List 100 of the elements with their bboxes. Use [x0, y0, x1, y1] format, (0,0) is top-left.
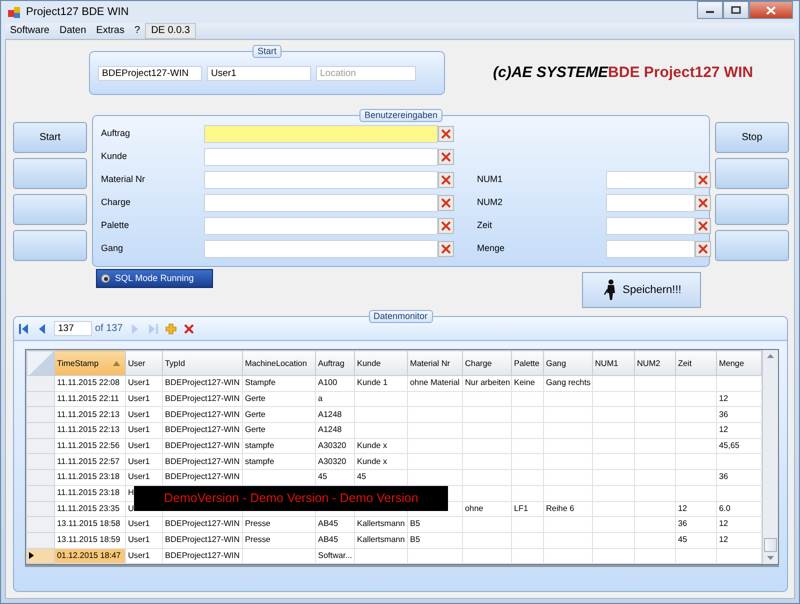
column-header[interactable]: User [126, 350, 162, 376]
column-header[interactable]: MachineLocation [242, 350, 316, 376]
table-cell: ohne Material [408, 376, 462, 392]
table-cell: B5 [408, 532, 462, 548]
table-cell: A30320 [316, 438, 354, 454]
table-cell: 45 [676, 532, 716, 548]
table-cell: A1248 [316, 406, 354, 423]
field-label: Auftrag [101, 127, 132, 140]
group-title: Start [252, 45, 282, 58]
column-header[interactable]: TypId [162, 350, 242, 376]
field-label: Kunde [101, 150, 128, 164]
text-field[interactable]: User1 [207, 66, 311, 80]
table-cell: BDEProject127-WIN [162, 470, 242, 486]
column-header[interactable]: NUM1 [592, 350, 634, 376]
table-cell: AB45 [316, 532, 354, 548]
table-cell: Kunde x [354, 438, 408, 454]
position-field[interactable]: 137 [54, 321, 92, 336]
table-cell: User1 [126, 470, 162, 486]
table-cell: Softwar... [316, 548, 354, 564]
action-button[interactable]: Start [13, 122, 87, 153]
field-label: NUM1 [477, 173, 504, 186]
table-cell: User1 [126, 406, 162, 423]
table-cell: Nur arbeiten [462, 376, 512, 392]
table-cell: User1 [126, 376, 162, 392]
column-header[interactable]: Menge [716, 350, 762, 376]
save-button[interactable]: Speichern!!! [582, 272, 701, 308]
table-cell: User1 [126, 422, 162, 438]
table-cell: Kunde x [354, 454, 408, 470]
table-cell: BDEProject127-WIN [162, 376, 242, 392]
table-cell: 11.11.2015 22:11 [54, 391, 126, 407]
table-cell: ohne [462, 501, 512, 517]
table-cell: Keine [512, 376, 544, 392]
table-cell: Presse [242, 532, 316, 548]
version-label: DE 0.0.3 [145, 23, 196, 39]
column-header[interactable]: Kunde [354, 350, 408, 376]
table-cell: User1 [126, 454, 162, 470]
menu-item[interactable]: Software [5, 23, 54, 39]
table-cell: BDEProject127-WIN [162, 406, 242, 423]
table-cell: Stampfe [242, 376, 316, 392]
table-cell: User1 [126, 516, 162, 532]
table-cell: User1 [126, 548, 162, 564]
logo-text: (c)AE SYSTEMEBDE Project127 WIN [493, 63, 754, 83]
table-cell: stampfe [242, 438, 316, 454]
column-header[interactable]: NUM2 [634, 350, 676, 376]
table-cell: 11.11.2015 22:13 [54, 422, 126, 438]
table-cell: Gerte [242, 391, 316, 407]
column-header[interactable]: Material Nr [408, 350, 462, 376]
table-cell: A100 [316, 376, 354, 392]
table-cell: 11.11.2015 22:56 [54, 438, 126, 454]
table-cell: 13.11.2015 18:58 [54, 516, 126, 532]
field-label: Zeit [477, 219, 494, 232]
table-cell: User1 [126, 391, 162, 407]
table-cell: 36 [676, 516, 716, 532]
field-label: Menge [477, 242, 506, 256]
window-title: Project127 BDE WIN [26, 4, 129, 20]
table-cell: 45 [316, 470, 354, 486]
table-cell: 01.12.2015 18:47 [54, 548, 126, 564]
menu-item[interactable]: ? [130, 23, 146, 39]
table-cell: 45 [354, 470, 408, 486]
table-cell: Gerte [242, 422, 316, 438]
table-cell: 11.11.2015 22:08 [54, 376, 126, 392]
table-cell: BDEProject127-WIN [162, 454, 242, 470]
table-cell: BDEProject127-WIN [162, 438, 242, 454]
column-header[interactable]: Auftrag [316, 350, 354, 376]
table-cell: Reihe 6 [544, 501, 592, 517]
table-cell: AB45 [316, 516, 354, 532]
table-cell: Kallertsmann [354, 532, 408, 548]
table-cell: BDEProject127-WIN [162, 391, 242, 407]
text-field[interactable]: Location [316, 66, 416, 80]
group-title: Datenmonitor [368, 310, 433, 323]
menu-item[interactable]: Extras [91, 23, 130, 39]
table-cell: 12 [676, 501, 716, 517]
table-cell: A1248 [316, 422, 354, 438]
action-button[interactable]: Stop [715, 122, 789, 153]
menu-item[interactable]: Daten [54, 23, 92, 39]
text-field[interactable]: BDEProject127-WIN [98, 66, 202, 80]
column-header[interactable]: Zeit [676, 350, 716, 376]
column-header[interactable]: Charge [462, 350, 512, 376]
record-count: of 137 [95, 322, 123, 336]
table-cell: Gang rechts [544, 376, 592, 392]
field-label: Charge [101, 196, 132, 210]
column-header[interactable]: TimeStamp [54, 350, 126, 376]
table-cell: 11.11.2015 23:35 [54, 501, 126, 517]
table-cell: 11.11.2015 22:13 [54, 406, 126, 423]
table-cell: A30320 [316, 454, 354, 470]
table-cell: 13.11.2015 18:59 [54, 532, 126, 548]
table-cell: 11.11.2015 23:18 [54, 485, 126, 501]
table-cell: BDEProject127-WIN [162, 422, 242, 438]
table-cell: BDEProject127-WIN [162, 548, 242, 564]
column-header[interactable]: Gang [544, 350, 592, 376]
column-header[interactable]: Palette [512, 350, 544, 376]
table-cell: stampfe [242, 454, 316, 470]
field-label: Palette [101, 219, 130, 232]
table-cell: BDEProject127-WIN [162, 516, 242, 532]
table-cell: BDEProject127-WIN [162, 532, 242, 548]
field-label: Gang [101, 242, 124, 256]
field-label: Material Nr [101, 173, 146, 186]
table-cell: 11.11.2015 22:57 [54, 454, 126, 470]
sql-mode-toggle[interactable]: SQL Mode Running [96, 269, 213, 288]
table-cell: Gerte [242, 406, 316, 423]
